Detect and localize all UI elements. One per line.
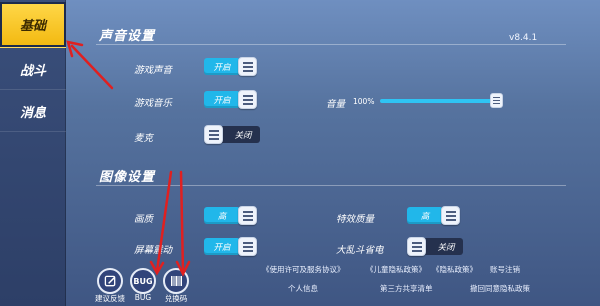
graphics-section-title: 图像设置: [99, 170, 156, 185]
microphone-toggle[interactable]: 关闭: [204, 125, 260, 144]
toggle-state: 开启: [204, 238, 240, 255]
personal-info-link[interactable]: 个人信息: [288, 283, 318, 294]
barcode-icon: [170, 276, 182, 286]
privacy-link[interactable]: 《隐私政策》: [432, 264, 477, 275]
toggle-handle-icon: [238, 206, 257, 225]
game-sound-label: 游戏声音: [134, 65, 173, 76]
toggle-handle-icon: [238, 237, 257, 256]
screen-shake-toggle[interactable]: 开启: [204, 237, 260, 256]
toggle-handle-icon: [407, 237, 426, 256]
game-music-label: 游戏音乐: [134, 98, 173, 109]
toggle-state: 关闭: [220, 126, 260, 143]
tab-battle[interactable]: 战斗: [0, 50, 66, 90]
quality-selector[interactable]: 高: [204, 206, 260, 225]
bug-icon: BUG: [133, 276, 153, 286]
microphone-label: 麦克: [134, 133, 154, 144]
toggle-state: 开启: [204, 91, 240, 108]
volume-slider-track[interactable]: [380, 99, 498, 103]
bug-button[interactable]: BUG: [130, 268, 156, 294]
screen-shake-label: 屏幕震动: [134, 245, 173, 256]
toggle-handle-icon: [441, 206, 460, 225]
pencil-icon: [104, 275, 115, 286]
sidebar: 基础 战斗 消息: [0, 0, 66, 306]
feedback-button[interactable]: [97, 268, 123, 294]
effects-quality-label: 特效质量: [336, 214, 375, 225]
power-saving-toggle[interactable]: 关闭: [407, 237, 463, 256]
volume-slider-handle[interactable]: [490, 93, 503, 108]
effects-quality-selector[interactable]: 高: [407, 206, 463, 225]
withdraw-privacy-link[interactable]: 撤回同意隐私政策: [470, 283, 530, 294]
toggle-handle-icon: [204, 125, 223, 144]
settings-content: v8.4.1 声音设置 游戏声音 开启 游戏音乐 开启 音量 100% 麦克 关…: [66, 0, 600, 306]
toggle-state: 开启: [204, 58, 240, 75]
power-saving-label: 大乱斗省电: [336, 245, 384, 256]
toggle-state: 高: [407, 207, 443, 224]
license-link[interactable]: 《使用许可及服务协议》: [262, 264, 345, 275]
tab-messages[interactable]: 消息: [0, 92, 66, 132]
quality-label: 画质: [134, 214, 154, 225]
toggle-state: 关闭: [423, 238, 463, 255]
divider: [96, 44, 566, 45]
game-sound-toggle[interactable]: 开启: [204, 57, 260, 76]
divider: [96, 185, 566, 186]
game-music-toggle[interactable]: 开启: [204, 90, 260, 109]
volume-label: 音量: [326, 99, 346, 110]
sound-section-title: 声音设置: [99, 29, 156, 44]
account-logout-link[interactable]: 账号注销: [490, 264, 520, 275]
toggle-handle-icon: [238, 57, 257, 76]
child-privacy-link[interactable]: 《儿童隐私政策》: [366, 264, 426, 275]
toggle-handle-icon: [238, 90, 257, 109]
third-party-link[interactable]: 第三方共享清单: [380, 283, 433, 294]
redeem-button[interactable]: [163, 268, 189, 294]
version-label: v8.4.1: [509, 33, 538, 43]
tab-basic[interactable]: 基础: [0, 2, 66, 48]
toggle-state: 高: [204, 207, 240, 224]
volume-percent: 100%: [353, 97, 375, 106]
redeem-label: 兑换码: [164, 294, 188, 303]
